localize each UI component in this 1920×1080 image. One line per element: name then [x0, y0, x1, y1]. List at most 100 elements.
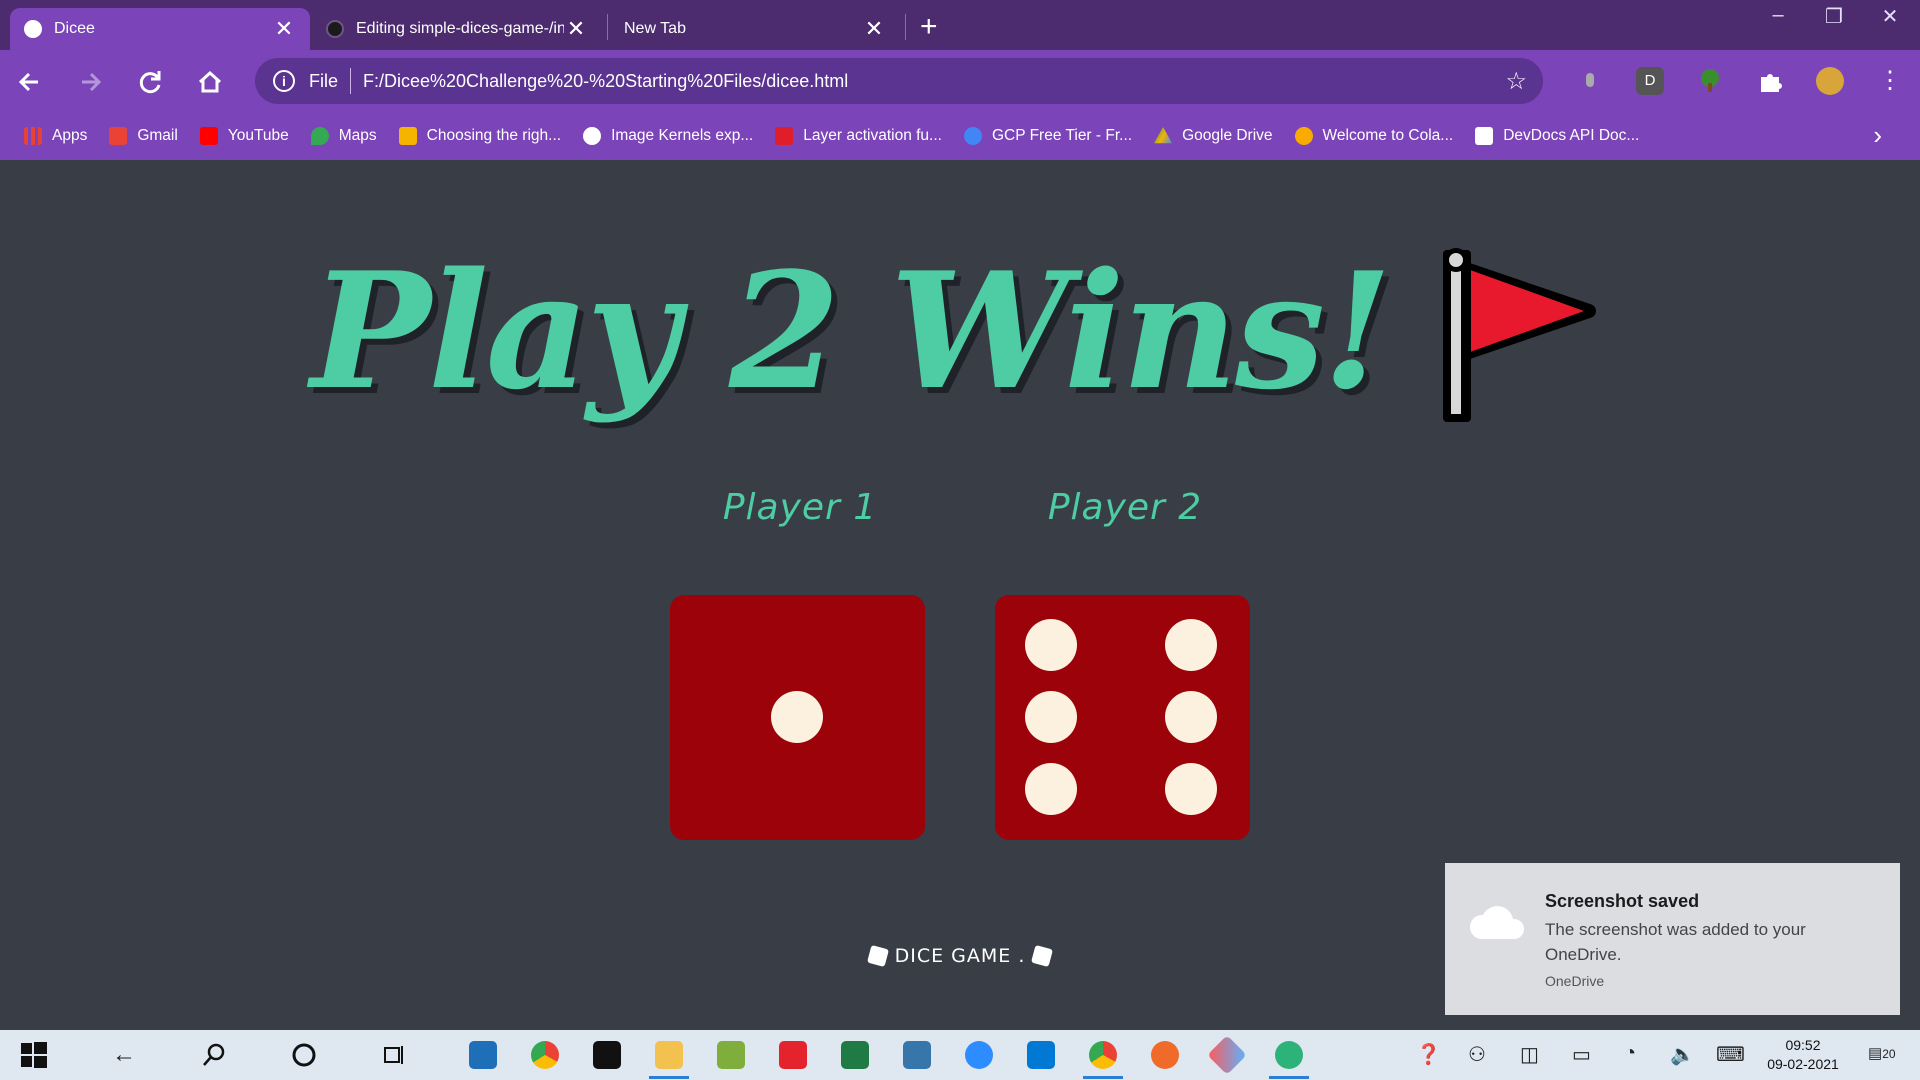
- volume-icon[interactable]: 🔈: [1670, 1042, 1695, 1067]
- maps-icon: [310, 127, 329, 145]
- cortana-icon[interactable]: [288, 1039, 320, 1071]
- gmail-icon: [109, 127, 128, 145]
- home-button[interactable]: [190, 62, 230, 102]
- bookmark-maps[interactable]: Maps: [310, 127, 377, 145]
- new-tab-button[interactable]: +: [920, 10, 938, 44]
- file-explorer-icon[interactable]: [655, 1041, 683, 1069]
- tab-bar: Dicee ✕ Editing simple-dices-game-/in ✕ …: [0, 0, 1920, 50]
- python-app-icon[interactable]: [903, 1041, 931, 1069]
- extensions-puzzle-icon[interactable]: [1756, 67, 1784, 95]
- notification-center-icon[interactable]: ▤20: [1868, 1044, 1896, 1062]
- clock[interactable]: 09:52 09-02-2021: [1758, 1036, 1848, 1074]
- address-bar[interactable]: i File F:/Dicee%20Challenge%20-%20Starti…: [255, 58, 1543, 104]
- search-icon[interactable]: [198, 1039, 230, 1071]
- player-1-die: [670, 595, 925, 840]
- close-tab-icon[interactable]: ✕: [564, 16, 588, 42]
- chevron-right-icon[interactable]: ›: [1873, 120, 1882, 151]
- chrome-app-icon[interactable]: [531, 1041, 559, 1069]
- bookmark-choosing[interactable]: Choosing the righ...: [398, 127, 561, 145]
- page-icon: [398, 127, 417, 145]
- cloud-icon: [1469, 906, 1525, 939]
- tab-title: Dicee: [54, 20, 95, 37]
- chrome-app-icon[interactable]: [1089, 1041, 1117, 1069]
- tab-title: New Tab: [624, 20, 686, 37]
- bookmark-layer-activation[interactable]: Layer activation fu...: [775, 127, 942, 145]
- info-icon[interactable]: i: [273, 70, 295, 92]
- close-window-button[interactable]: ✕: [1862, 4, 1918, 29]
- restore-button[interactable]: ❐: [1806, 4, 1862, 29]
- clock-date: 09-02-2021: [1767, 1056, 1839, 1072]
- bookmark-google-drive[interactable]: Google Drive: [1154, 127, 1273, 145]
- atom-app-icon[interactable]: [1275, 1041, 1303, 1069]
- people-icon[interactable]: ⚇: [1468, 1042, 1486, 1067]
- url-text[interactable]: F:/Dicee%20Challenge%20-%20Starting%20Fi…: [363, 71, 1505, 92]
- bookmark-colab[interactable]: Welcome to Cola...: [1294, 127, 1453, 145]
- die-pip: [1025, 763, 1077, 815]
- gcp-icon: [963, 127, 982, 145]
- die-pip: [1025, 691, 1077, 743]
- back-button[interactable]: [10, 62, 50, 102]
- onedrive-toast[interactable]: Screenshot saved The screenshot was adde…: [1445, 863, 1900, 1015]
- minimize-button[interactable]: –: [1750, 4, 1806, 27]
- help-icon[interactable]: ❓: [1416, 1042, 1441, 1067]
- excel-app-icon[interactable]: [841, 1041, 869, 1069]
- github-icon: [326, 20, 344, 38]
- task-view-icon[interactable]: [378, 1039, 410, 1071]
- bookmark-devdocs[interactable]: DevDocs API Doc...: [1475, 127, 1639, 145]
- apps-grid-icon: [24, 127, 42, 145]
- extension-tree-icon[interactable]: [1696, 67, 1724, 95]
- address-divider: [350, 68, 352, 94]
- sublime-app-icon[interactable]: [469, 1041, 497, 1069]
- bookmark-gcp[interactable]: GCP Free Tier - Fr...: [963, 127, 1133, 145]
- photos-app-icon[interactable]: [717, 1041, 745, 1069]
- kite-app-icon[interactable]: [1207, 1035, 1247, 1075]
- active-app-indicator: [1083, 1076, 1123, 1079]
- bookmark-label: GCP Free Tier - Fr...: [991, 127, 1133, 144]
- reload-button[interactable]: [130, 62, 170, 102]
- title-text: Play 2 Wins!: [310, 236, 1393, 425]
- devdocs-icon: [1475, 127, 1494, 145]
- dice-icon: [1031, 944, 1054, 968]
- bookmark-youtube[interactable]: YouTube: [199, 127, 289, 145]
- tab-dicee[interactable]: Dicee ✕: [10, 8, 310, 50]
- meet-now-icon[interactable]: ◫: [1520, 1042, 1539, 1067]
- bookmark-apps[interactable]: Apps: [24, 127, 87, 145]
- extension-d-icon[interactable]: D: [1636, 67, 1664, 95]
- back-arrow-icon[interactable]: ←: [108, 1039, 140, 1071]
- player-2: Player 2: [995, 487, 1255, 528]
- browser-toolbar: i File F:/Dicee%20Challenge%20-%20Starti…: [0, 50, 1920, 112]
- forward-button[interactable]: [70, 62, 110, 102]
- youtube-app-icon[interactable]: [779, 1041, 807, 1069]
- die-pip: [1165, 763, 1217, 815]
- wifi-icon[interactable]: ◔: [1624, 1042, 1636, 1065]
- close-tab-icon[interactable]: ✕: [862, 16, 886, 42]
- start-windows-icon[interactable]: [18, 1039, 50, 1071]
- drive-icon: [1154, 127, 1173, 144]
- extension-mic-icon[interactable]: [1576, 67, 1604, 95]
- bookmark-image-kernels[interactable]: Image Kernels exp...: [583, 127, 753, 145]
- k-icon: [775, 127, 794, 145]
- profile-avatar[interactable]: [1816, 67, 1844, 95]
- pycharm-app-icon[interactable]: [593, 1041, 621, 1069]
- battery-icon[interactable]: ▭: [1572, 1042, 1591, 1067]
- brave-app-icon[interactable]: [1151, 1041, 1179, 1069]
- arrow-right-icon: [82, 72, 102, 92]
- bookmark-star-icon[interactable]: ☆: [1505, 67, 1527, 96]
- tab-separator: [607, 14, 608, 40]
- tab-new-tab[interactable]: New Tab ✕: [610, 8, 900, 50]
- zoom-app-icon[interactable]: [965, 1041, 993, 1069]
- player-1: Player 1: [670, 487, 930, 528]
- bookmark-label: Layer activation fu...: [803, 127, 942, 144]
- keyboard-icon[interactable]: ⌨: [1716, 1042, 1745, 1067]
- die-pip: [1025, 619, 1077, 671]
- menu-kebab-icon[interactable]: ⋮: [1876, 67, 1904, 95]
- tab-separator: [905, 14, 906, 40]
- tab-github-editing[interactable]: Editing simple-dices-game-/in ✕: [312, 8, 602, 50]
- vscode-app-icon[interactable]: [1027, 1041, 1055, 1069]
- notification-count: 20: [1882, 1047, 1896, 1061]
- bookmark-label: Gmail: [137, 127, 178, 144]
- bookmark-label: YouTube: [227, 127, 289, 144]
- player-2-die: [995, 595, 1250, 840]
- bookmark-gmail[interactable]: Gmail: [109, 127, 178, 145]
- close-tab-icon[interactable]: ✕: [272, 16, 296, 42]
